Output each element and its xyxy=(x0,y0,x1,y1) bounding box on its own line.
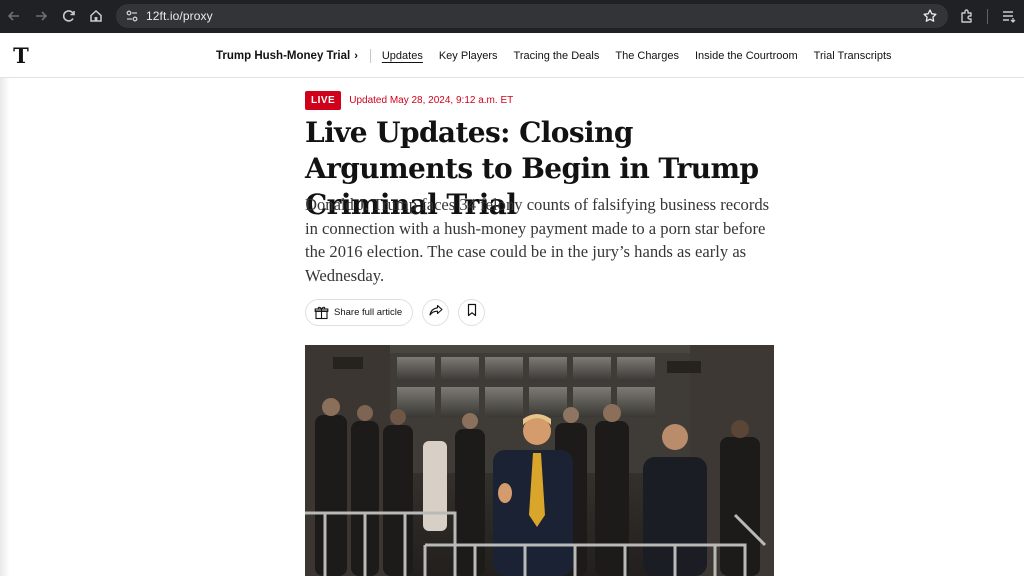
url-text[interactable]: 12ft.io/proxy xyxy=(146,9,213,23)
share-full-article-button[interactable]: Share full article xyxy=(305,299,414,326)
share-button[interactable] xyxy=(422,299,450,326)
gift-icon xyxy=(314,305,329,320)
extensions-icon[interactable] xyxy=(958,7,976,25)
updated-timestamp: Updated May 28, 2024, 9:12 a.m. ET xyxy=(349,95,514,106)
live-badge: LIVE xyxy=(305,91,342,110)
article-summary: Donald J. Trump faces 34 felony counts o… xyxy=(305,195,770,285)
nav-item-trial-transcripts[interactable]: Trial Transcripts xyxy=(814,50,892,62)
save-button[interactable] xyxy=(458,299,486,326)
home-icon[interactable] xyxy=(86,6,106,26)
toolbar-divider xyxy=(987,9,988,24)
site-settings-icon[interactable] xyxy=(124,8,140,24)
nav-item-key-players[interactable]: Key Players xyxy=(439,50,498,62)
bookmark-star-icon[interactable] xyxy=(922,8,938,24)
live-status-row: LIVE Updated May 28, 2024, 9:12 a.m. ET xyxy=(305,91,513,110)
nyt-logo[interactable]: T xyxy=(11,45,31,67)
share-label: Share full article xyxy=(334,307,403,318)
reading-list-icon[interactable] xyxy=(1000,7,1018,25)
article-actions: Share full article xyxy=(305,299,486,326)
topic-title-link[interactable]: Trump Hush-Money Trial xyxy=(216,50,350,62)
nav-divider xyxy=(369,49,371,63)
share-arrow-icon xyxy=(428,302,444,323)
reload-icon[interactable] xyxy=(59,6,79,26)
nav-item-inside-the-courtroom[interactable]: Inside the Courtroom xyxy=(695,50,798,62)
forward-arrow-icon[interactable] xyxy=(31,6,51,26)
bookmark-icon xyxy=(465,303,479,322)
address-bar[interactable]: 12ft.io/proxy xyxy=(116,4,948,28)
nav-item-tracing-the-deals[interactable]: Tracing the Deals xyxy=(514,50,600,62)
page-gutter xyxy=(0,78,10,576)
topic-nav: Trump Hush-Money Trial › Updates Key Pla… xyxy=(216,48,908,64)
site-header: T Trump Hush-Money Trial › Updates Key P… xyxy=(0,33,1024,78)
nav-item-the-charges[interactable]: The Charges xyxy=(615,50,679,62)
back-arrow-icon[interactable] xyxy=(4,6,24,26)
lead-photo xyxy=(305,345,774,576)
nav-item-updates[interactable]: Updates xyxy=(382,50,423,62)
browser-toolbar: 12ft.io/proxy xyxy=(0,0,1024,33)
chevron-right-icon: › xyxy=(354,50,358,62)
